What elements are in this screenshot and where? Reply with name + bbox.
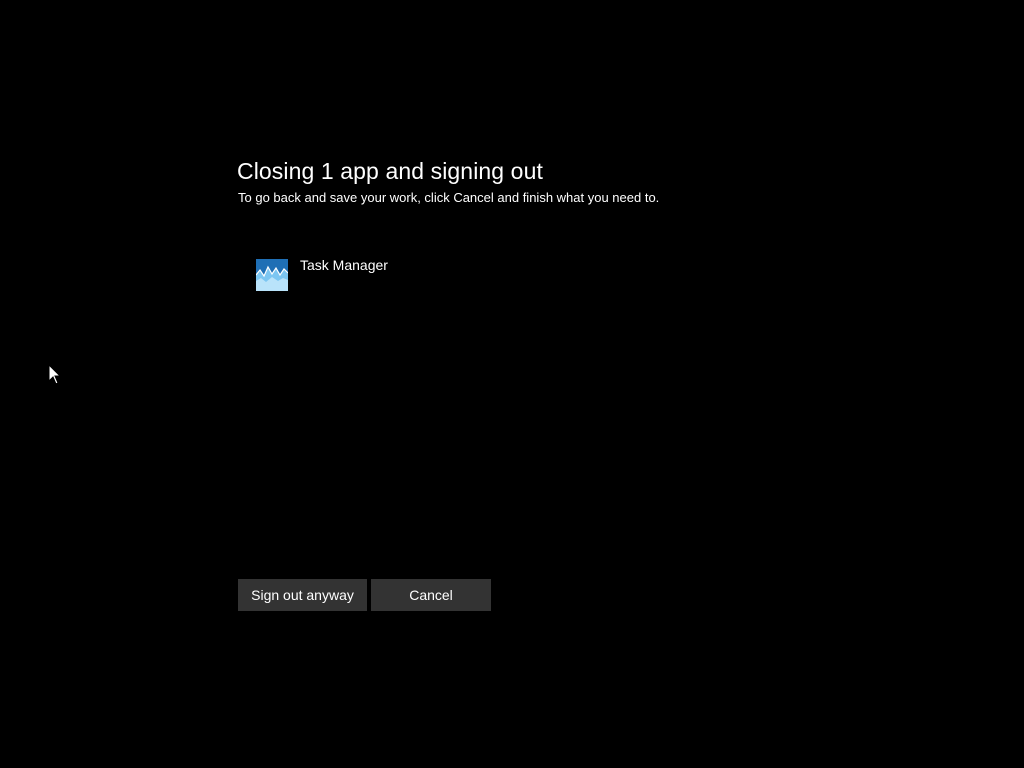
app-name: Task Manager bbox=[300, 257, 388, 273]
app-list-item: Task Manager bbox=[256, 256, 388, 291]
dialog-title: Closing 1 app and signing out bbox=[237, 158, 543, 184]
sign-out-anyway-button[interactable]: Sign out anyway bbox=[238, 579, 367, 611]
mouse-pointer-icon bbox=[48, 364, 62, 385]
dialog-subtitle: To go back and save your work, click Can… bbox=[238, 190, 660, 205]
sign-out-screen: Closing 1 app and signing out To go back… bbox=[0, 0, 1024, 768]
task-manager-icon bbox=[256, 259, 288, 291]
cancel-button[interactable]: Cancel bbox=[371, 579, 491, 611]
